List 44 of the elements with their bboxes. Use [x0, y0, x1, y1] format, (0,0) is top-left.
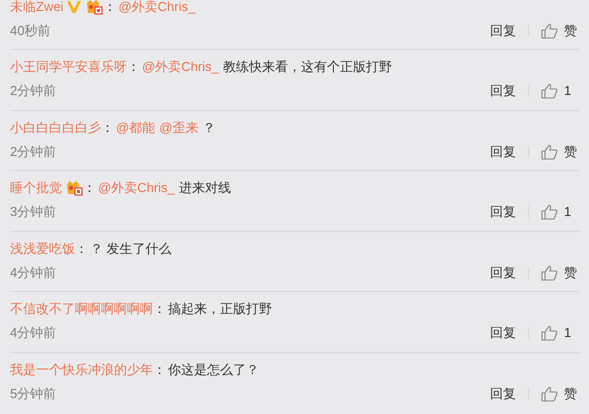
- thumbs-up-icon: [541, 204, 558, 220]
- thumbs-up-icon: [541, 386, 558, 402]
- thumbs-up-icon: [541, 23, 558, 39]
- like-button[interactable]: 1: [541, 202, 577, 222]
- comment-text: ？ 发生了什么: [90, 240, 172, 258]
- timestamp: 4分钟前: [10, 324, 56, 342]
- reply-button[interactable]: 回复: [490, 81, 516, 101]
- reply-button[interactable]: 回复: [490, 384, 516, 404]
- like-button[interactable]: 1: [541, 323, 577, 343]
- colon: ：: [101, 118, 114, 137]
- colon: ：: [127, 58, 140, 76]
- comment-text: 搞起来，正版打野: [168, 300, 272, 318]
- comment-text: ？: [202, 118, 216, 137]
- timestamp: 2分钟前: [10, 142, 56, 161]
- like-button[interactable]: 赞: [541, 384, 577, 404]
- timestamp: 4分钟前: [10, 264, 56, 282]
- medal-badge-icon: [85, 0, 104, 15]
- thumbs-up-icon: [541, 325, 558, 341]
- medal-badge-icon: [65, 180, 83, 196]
- comment-text: 教练快来看，这有个正版打野: [222, 58, 392, 76]
- thumbs-up-icon: [541, 83, 558, 99]
- reply-button[interactable]: 回复: [490, 21, 516, 41]
- colon: ：: [75, 240, 88, 258]
- thumbs-up-icon: [541, 264, 558, 280]
- thumbs-up-icon: [541, 144, 558, 160]
- verified-badge-icon: [66, 0, 82, 14]
- colon: ：: [83, 179, 96, 198]
- timestamp: 5分钟前: [10, 384, 56, 403]
- colon: ：: [153, 300, 166, 318]
- comment-text: 进来对线: [178, 179, 231, 198]
- reply-button[interactable]: 回复: [490, 262, 516, 282]
- like-button[interactable]: 赞: [541, 142, 577, 162]
- like-button[interactable]: 赞: [541, 21, 577, 41]
- like-button[interactable]: 1: [541, 81, 577, 101]
- colon: ：: [153, 360, 166, 379]
- colon: ：: [103, 0, 116, 16]
- timestamp: 3分钟前: [10, 203, 56, 222]
- like-button[interactable]: 赞: [541, 262, 577, 282]
- timestamp: 2分钟前: [10, 82, 56, 100]
- comment-text: 你这是怎么了？: [168, 360, 259, 379]
- timestamp: 40秒前: [10, 22, 50, 40]
- reply-button[interactable]: 回复: [490, 142, 516, 162]
- reply-button[interactable]: 回复: [490, 323, 516, 343]
- reply-button[interactable]: 回复: [490, 202, 516, 222]
